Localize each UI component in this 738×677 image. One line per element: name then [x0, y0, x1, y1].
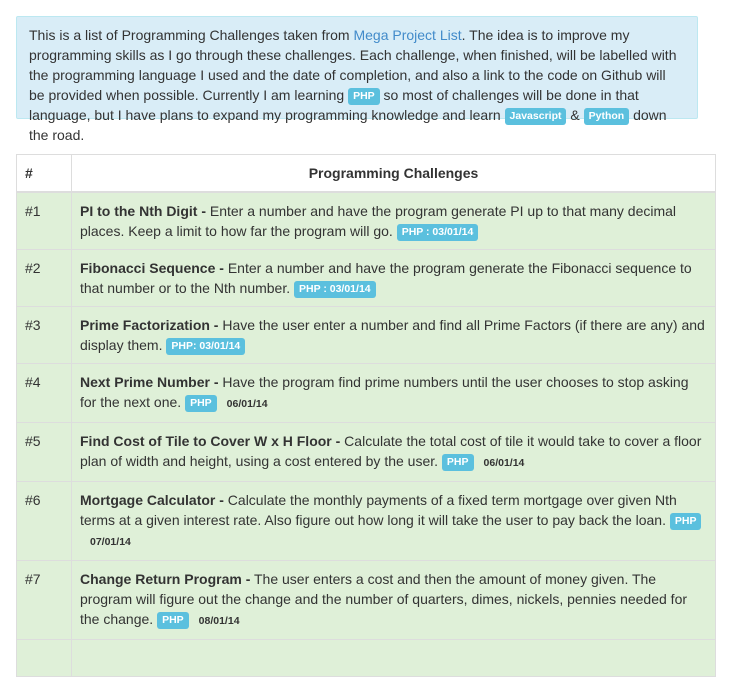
table-row: #3 Prime Factorization - Have the user en… — [16, 306, 716, 364]
challenge-description — [71, 639, 716, 677]
challenges-table: # Programming Challenges #1 PI to the Nth… — [16, 154, 716, 677]
challenge-title: Change Return Program - — [80, 571, 251, 587]
column-header-number: # — [16, 154, 72, 193]
language-date-label: PHP — [669, 513, 702, 530]
language-date-label: PHP : 03/01/14 — [396, 224, 479, 241]
table-row — [16, 639, 716, 677]
challenge-description: PI to the Nth Digit - Enter a number and… — [71, 191, 716, 250]
challenge-description: Fibonacci Sequence - Enter a number and … — [71, 249, 716, 307]
language-date-label: PHP — [441, 454, 474, 471]
challenge-title: Find Cost of Tile to Cover W x H Floor - — [80, 433, 341, 449]
language-date-label: PHP — [157, 612, 189, 629]
challenge-description: Next Prime Number - Have the program fin… — [71, 363, 716, 423]
row-number: #1 — [16, 191, 72, 250]
challenge-title: Prime Factorization - — [80, 317, 219, 333]
intro-alert: This is a list of Programming Challenges… — [16, 16, 698, 143]
php-label: PHP — [348, 88, 380, 105]
row-number: #5 — [16, 422, 72, 482]
completion-date: 07/01/14 — [90, 536, 131, 548]
mega-project-list-link[interactable]: Mega Project List — [353, 27, 461, 43]
table-row: #7 Change Return Program - The user enter… — [16, 560, 716, 640]
completion-date: 06/01/14 — [483, 457, 525, 469]
python-label: Python — [583, 108, 630, 125]
table-row: #2 Fibonacci Sequence - Enter a number an… — [16, 249, 716, 307]
language-date-label: PHP: 03/01/14 — [166, 338, 246, 355]
table-header-row: # Programming Challenges — [16, 154, 716, 193]
row-number — [16, 639, 72, 677]
challenge-title: Next Prime Number - — [80, 374, 219, 390]
language-date-label: PHP — [185, 395, 217, 412]
challenge-description: Prime Factorization - Have the user ente… — [71, 306, 716, 364]
language-date-label: PHP : 03/01/14 — [294, 281, 376, 298]
challenge-title: Mortgage Calculator - — [80, 492, 224, 508]
row-number: #3 — [16, 306, 72, 364]
table-row: #1 PI to the Nth Digit - Enter a number a… — [16, 191, 716, 250]
completion-date: 06/01/14 — [226, 398, 268, 410]
challenge-description: Mortgage Calculator - Calculate the mont… — [71, 481, 716, 561]
row-number: #7 — [16, 560, 72, 640]
row-number: #2 — [16, 249, 72, 307]
row-number: #4 — [16, 363, 72, 423]
row-number: #6 — [16, 481, 72, 561]
challenge-description: Find Cost of Tile to Cover W x H Floor -… — [71, 422, 716, 482]
table-row: #6 Mortgage Calculator - Calculate the mo… — [16, 481, 716, 561]
challenge-title: Fibonacci Sequence - — [80, 260, 224, 276]
intro-text: & — [566, 107, 584, 123]
table-row: #4 Next Prime Number - Have the program f… — [16, 363, 716, 423]
intro-text: This is a list of Programming Challenges… — [29, 27, 354, 43]
completion-date: 08/01/14 — [198, 615, 240, 627]
challenge-title: PI to the Nth Digit - — [80, 203, 206, 219]
table-body: #1 PI to the Nth Digit - Enter a number a… — [16, 191, 716, 677]
table-row: #5 Find Cost of Tile to Cover W x H Floor… — [16, 422, 716, 482]
javascript-label: Javascript — [504, 108, 567, 125]
challenge-description: Change Return Program - The user enters … — [71, 560, 716, 640]
column-header-title: Programming Challenges — [71, 154, 716, 193]
